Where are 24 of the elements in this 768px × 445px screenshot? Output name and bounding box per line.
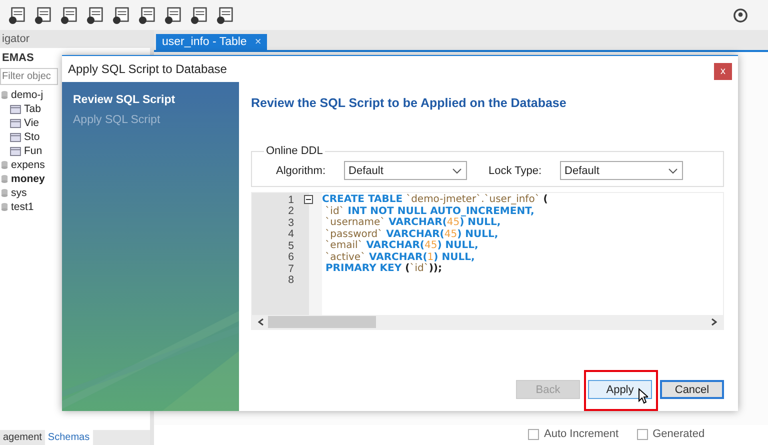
code-line: `password` VARCHAR(45) NULL, xyxy=(324,228,498,240)
line-number: 2 xyxy=(287,205,294,218)
line-number: 4 xyxy=(287,228,294,240)
section-header: EMAS xyxy=(1,51,35,66)
field-label: Lock Type: xyxy=(488,164,542,176)
line-number: 5 xyxy=(287,240,294,252)
line-number: 7 xyxy=(287,262,294,275)
code-line: `id` INT NOT NULL AUTO_INCREMENT, xyxy=(324,206,534,217)
dialog-title: Apply SQL Script to Database xyxy=(68,62,227,76)
group-title: Online DDL xyxy=(265,145,324,157)
field-label: Algorithm: xyxy=(276,164,326,176)
code-line: `active` VARCHAR(1) NULL, xyxy=(324,252,475,263)
line-number: 6 xyxy=(287,251,294,264)
line-number: 3 xyxy=(287,216,294,229)
wizard-step: Apply SQL Script xyxy=(62,110,172,130)
code-line: `username` VARCHAR(45) NULL, xyxy=(324,217,501,228)
line-number: 8 xyxy=(287,274,294,286)
line-number: 1 xyxy=(287,194,294,206)
page-heading: Review the SQL Script to be Applied on the Database xyxy=(251,96,568,110)
code-line: `email` VARCHAR(45) NULL, xyxy=(324,240,478,252)
navigator-header: igator xyxy=(0,30,150,48)
code-line: CREATE TABLE `demo-jmeter`.`user_info` ( xyxy=(322,194,548,206)
wizard-step: Review SQL Script xyxy=(62,90,186,110)
code-line: PRIMARY KEY (`id`)); xyxy=(324,263,442,274)
